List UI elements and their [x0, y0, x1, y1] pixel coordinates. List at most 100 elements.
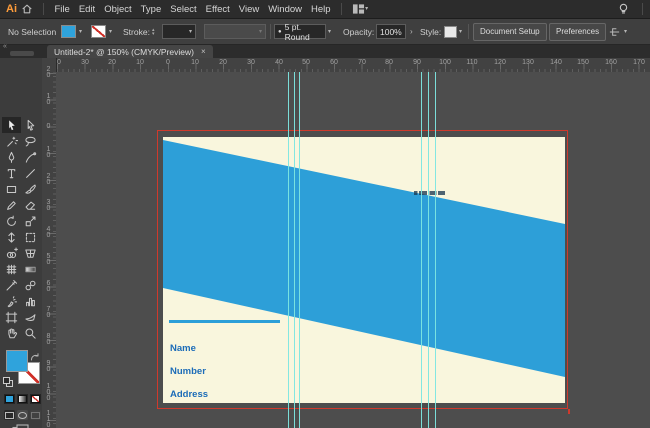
- vruler-label: 90: [45, 360, 52, 372]
- preferences-button[interactable]: Preferences: [549, 22, 607, 41]
- gradient-button[interactable]: [17, 394, 28, 404]
- rectangle-tool[interactable]: [2, 181, 21, 197]
- fill-color-swatch[interactable]: [61, 25, 76, 38]
- curvature-tool[interactable]: [21, 149, 40, 165]
- hruler-label: 120: [494, 59, 506, 66]
- hand-tool[interactable]: [2, 325, 21, 341]
- magic-wand-tool[interactable]: [2, 133, 21, 149]
- guide-line[interactable]: [294, 72, 295, 428]
- artboard[interactable]: Name Number Address: [163, 137, 565, 403]
- pen-tool[interactable]: [2, 149, 21, 165]
- width-tool-icon: [8, 231, 15, 243]
- menu-effect[interactable]: Effect: [201, 4, 234, 15]
- zoom-tool[interactable]: [21, 325, 40, 341]
- shape-builder-tool[interactable]: [2, 245, 21, 261]
- brush-definition-field[interactable]: ● 5 pt. Round: [274, 22, 326, 42]
- draw-behind-mode-button[interactable]: [17, 410, 28, 420]
- width-tool[interactable]: [2, 229, 21, 245]
- gradient-tool[interactable]: [21, 261, 40, 277]
- menu-file[interactable]: File: [50, 4, 74, 15]
- vertical-ruler[interactable]: 20 10 0 10 20 30 40 50 60 70 80 90 100 1…: [42, 58, 57, 428]
- menu-view[interactable]: View: [234, 4, 263, 15]
- hruler-label: 30: [247, 59, 255, 66]
- swap-fill-stroke-icon[interactable]: [30, 349, 40, 367]
- stroke-weight-dropdown[interactable]: ▾: [162, 24, 196, 39]
- name-underline-rule[interactable]: [169, 320, 280, 323]
- opacity-label: Opacity:: [343, 26, 375, 37]
- direct-selection-tool[interactable]: [21, 117, 40, 133]
- column-graph-tool[interactable]: [21, 293, 40, 309]
- eraser-tool[interactable]: [21, 197, 40, 213]
- fill-chevron-icon[interactable]: ▾: [79, 29, 82, 35]
- vruler-label: 60: [45, 280, 52, 292]
- blend-tool-icon: [25, 280, 36, 290]
- number-label[interactable]: Number: [170, 366, 206, 377]
- menu-window[interactable]: Window: [264, 4, 307, 15]
- fill-proxy-swatch[interactable]: [6, 350, 28, 372]
- free-transform-tool[interactable]: [21, 229, 40, 245]
- document-setup-button[interactable]: Document Setup: [473, 22, 547, 41]
- menu-edit[interactable]: Edit: [74, 4, 99, 15]
- workspace-switcher-icon[interactable]: ▾: [352, 3, 368, 15]
- blue-band-shape[interactable]: [163, 137, 565, 403]
- home-icon[interactable]: [21, 3, 33, 15]
- pencil-tool-icon: [7, 200, 16, 210]
- menu-help[interactable]: Help: [307, 4, 336, 15]
- document-tab[interactable]: Untitled-2* @ 150% (CMYK/Preview) ×: [47, 45, 213, 58]
- address-label[interactable]: Address: [170, 389, 208, 400]
- style-chevron-icon[interactable]: ▾: [459, 29, 462, 35]
- guide-line[interactable]: [299, 72, 300, 428]
- tools-panel-grip[interactable]: [10, 51, 34, 56]
- menu-select[interactable]: Select: [166, 4, 201, 15]
- slice-tool[interactable]: [21, 309, 40, 325]
- menu-object[interactable]: Object: [100, 4, 136, 15]
- mesh-tool[interactable]: [2, 261, 21, 277]
- align-panel-icon[interactable]: ▾: [608, 19, 627, 44]
- line-segment-tool[interactable]: [21, 165, 40, 181]
- eyedropper-tool[interactable]: [2, 277, 21, 293]
- mesh-tool-icon: [6, 264, 17, 274]
- controlbar-divider: [468, 24, 469, 39]
- artboard-tool[interactable]: [2, 309, 21, 325]
- draw-inside-mode-button[interactable]: [30, 410, 41, 420]
- lasso-tool[interactable]: [21, 133, 40, 149]
- scale-tool[interactable]: [21, 213, 40, 229]
- guide-line[interactable]: [428, 72, 429, 428]
- rotate-tool[interactable]: [2, 213, 21, 229]
- menu-type[interactable]: Type: [136, 4, 166, 15]
- variable-width-profile-dropdown[interactable]: ▾: [204, 24, 266, 39]
- type-tool-icon: [7, 168, 16, 178]
- perspective-grid-tool[interactable]: [21, 245, 40, 261]
- canvas-pasteboard[interactable]: Name Number Address: [56, 72, 650, 428]
- guide-line[interactable]: [288, 72, 289, 428]
- screen-mode-button[interactable]: [12, 424, 30, 428]
- tab-close-icon[interactable]: ×: [201, 47, 206, 56]
- app-logo[interactable]: Ai: [6, 3, 17, 15]
- scale-tool-icon: [25, 216, 36, 226]
- opacity-field[interactable]: 100%: [376, 24, 406, 39]
- pencil-tool[interactable]: [2, 197, 21, 213]
- symbol-sprayer-tool[interactable]: [2, 293, 21, 309]
- horizontal-ruler[interactable]: 40 30 20 10 0 10 20 30 40 50 60 70 80 90…: [56, 58, 650, 73]
- blend-tool[interactable]: [21, 277, 40, 293]
- opacity-arrow-icon[interactable]: ›: [410, 19, 413, 44]
- stroke-color-swatch[interactable]: [91, 25, 106, 38]
- stroke-chevron-icon[interactable]: ▾: [109, 29, 112, 35]
- guide-line[interactable]: [435, 72, 436, 428]
- discover-lightbulb-icon[interactable]: [617, 2, 630, 19]
- name-label[interactable]: Name: [170, 343, 196, 354]
- stroke-weight-label: Stroke:: [123, 26, 150, 37]
- type-tool[interactable]: [2, 165, 21, 181]
- collapse-panel-icon[interactable]: «: [3, 43, 7, 50]
- selection-tool[interactable]: [2, 117, 21, 133]
- tiny-text-artifact[interactable]: [414, 191, 445, 195]
- draw-normal-mode-button[interactable]: [4, 410, 15, 420]
- color-button[interactable]: [4, 394, 15, 404]
- paintbrush-tool[interactable]: [21, 181, 40, 197]
- stroke-weight-stepper[interactable]: ▴ ▾: [152, 19, 155, 44]
- guide-line[interactable]: [421, 72, 422, 428]
- default-fill-stroke-icon[interactable]: [3, 374, 13, 392]
- brush-chevron-icon[interactable]: ▾: [328, 29, 331, 35]
- none-button[interactable]: [30, 394, 41, 404]
- style-swatch[interactable]: [444, 25, 457, 38]
